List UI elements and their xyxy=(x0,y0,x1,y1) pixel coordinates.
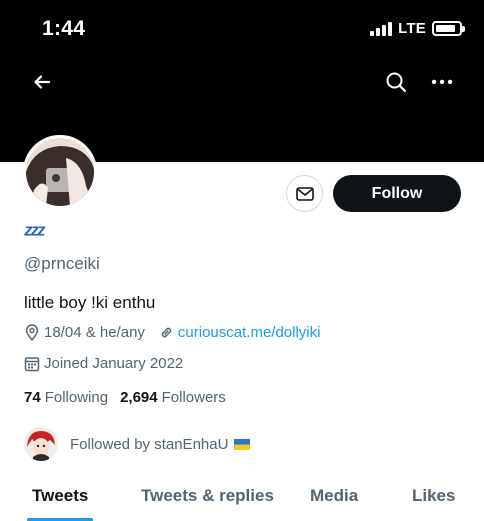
back-button[interactable] xyxy=(24,64,60,100)
ukraine-flag-icon xyxy=(234,438,251,450)
tab-media[interactable]: Media xyxy=(310,486,358,506)
profile-joined-date: Joined January 2022 xyxy=(44,355,184,372)
network-label: LTE xyxy=(398,20,426,37)
profile-location: 18/04 & he/any xyxy=(44,324,145,341)
profile-bio: little boy !ki enthu xyxy=(24,293,156,312)
profile-joined-row: Joined January 2022 xyxy=(24,355,183,372)
profile-avatar[interactable] xyxy=(23,135,97,209)
follow-button[interactable]: Follow xyxy=(333,175,461,212)
message-button[interactable] xyxy=(286,175,323,212)
following-count: 74 xyxy=(24,389,41,406)
battery-level xyxy=(436,25,455,32)
following-stat[interactable]: 74 Following xyxy=(24,389,108,406)
display-name: ᶻᶻᶻ xyxy=(24,220,45,246)
status-time: 1:44 xyxy=(42,17,86,40)
mail-icon xyxy=(295,186,314,201)
followers-count: 2,694 xyxy=(120,389,158,406)
follow-stats: 74 Following 2,694 Followers xyxy=(24,389,226,406)
status-indicators: LTE xyxy=(370,20,465,37)
followers-label: Followers xyxy=(161,389,226,406)
arrow-left-icon xyxy=(34,75,51,89)
search-icon xyxy=(386,72,407,93)
more-horizontal-icon xyxy=(431,79,453,85)
following-label: Following xyxy=(44,389,109,406)
avatar-photo xyxy=(26,138,94,206)
follower-avatar xyxy=(24,427,58,461)
battery-icon xyxy=(432,21,465,36)
followers-stat[interactable]: 2,694 Followers xyxy=(120,389,226,406)
profile-meta-row: 18/04 & he/any curiouscat.me/dollyiki xyxy=(24,324,320,341)
more-button[interactable] xyxy=(424,64,460,100)
signal-icon xyxy=(370,21,393,36)
tab-tweets[interactable]: Tweets xyxy=(32,486,88,506)
followed-by-text: Followed by stanEnhaU xyxy=(70,435,229,453)
profile-tabs: Tweets Tweets & replies Media Likes xyxy=(0,478,484,521)
profile-handle: @prnceiki xyxy=(24,254,100,273)
link-icon xyxy=(159,325,174,340)
profile-website-link[interactable]: curiouscat.me/dollyiki xyxy=(178,324,321,341)
followed-by-row[interactable]: Followed by stanEnhaU xyxy=(24,427,251,461)
location-pin-icon xyxy=(24,324,40,341)
tab-tweets-replies[interactable]: Tweets & replies xyxy=(141,486,274,506)
search-button[interactable] xyxy=(378,64,414,100)
calendar-icon xyxy=(24,356,40,372)
tab-likes[interactable]: Likes xyxy=(412,486,455,506)
